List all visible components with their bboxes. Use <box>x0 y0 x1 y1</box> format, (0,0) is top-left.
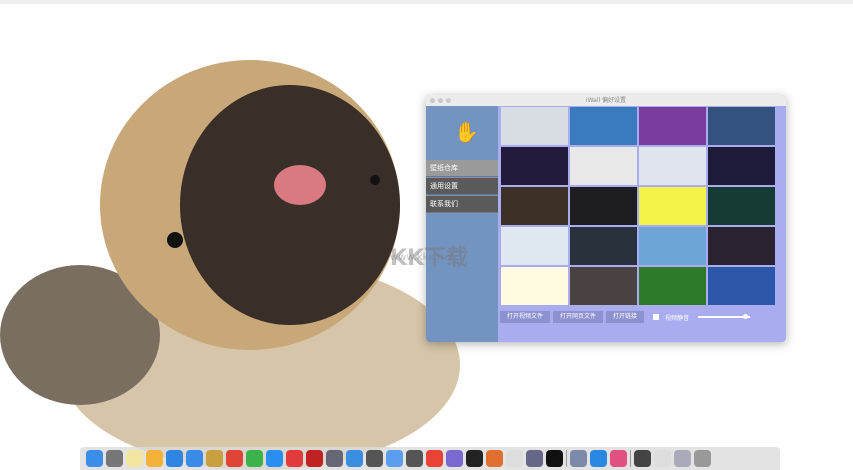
dock-app-icon[interactable] <box>506 450 523 467</box>
dock-app-icon[interactable] <box>386 450 403 467</box>
dock-app-icon[interactable] <box>446 450 463 467</box>
dock-app-icon[interactable] <box>146 450 163 467</box>
dock-app-icon[interactable] <box>654 450 671 467</box>
slider-knob[interactable] <box>742 314 748 319</box>
wallpaper-thumb-bamboo[interactable] <box>639 267 706 305</box>
wallpaper-thumb-emoji[interactable] <box>501 267 568 305</box>
sidebar: ✋ 壁纸仓库 通用设置 联系我们 <box>426 106 498 342</box>
open-video-button[interactable]: 打开视频文件 <box>500 311 551 323</box>
wallpaper-thumb-minimal-card[interactable] <box>639 147 706 185</box>
dock-app-icon[interactable] <box>546 450 563 467</box>
dock-app-icon[interactable] <box>426 450 443 467</box>
wallpaper-thumb-night-road[interactable] <box>501 187 568 225</box>
minimize-button[interactable] <box>438 98 443 103</box>
dock-app-icon[interactable] <box>406 450 423 467</box>
dock-app-icon[interactable] <box>526 450 543 467</box>
hand-logo-icon: ✋ <box>454 120 479 144</box>
dock-app-icon[interactable] <box>286 450 303 467</box>
dock-app-icon[interactable] <box>226 450 243 467</box>
wallpaper-thumb-pastel-sky[interactable] <box>501 227 568 265</box>
dock-app-icon[interactable] <box>570 450 587 467</box>
dock-separator <box>630 450 631 467</box>
dock-app-icon[interactable] <box>186 450 203 467</box>
dock-app-icon[interactable] <box>590 450 607 467</box>
wallpaper-thumb-blue-wave[interactable] <box>708 267 775 305</box>
wallpaper-thumb-wave[interactable] <box>570 107 637 145</box>
window-title: iWall 偏好设置 <box>585 97 627 104</box>
dock-app-icon[interactable] <box>266 450 283 467</box>
wallpaper-thumb-yellow[interactable] <box>639 187 706 225</box>
dock-app-icon[interactable] <box>634 450 651 467</box>
close-button[interactable] <box>430 98 435 103</box>
dock-app-icon[interactable] <box>106 450 123 467</box>
sidebar-item-wallpaper-library[interactable]: 壁纸仓库 <box>426 160 498 177</box>
open-link-button[interactable]: 打开链接 <box>606 311 645 323</box>
wallpaper-thumb-clouds[interactable] <box>501 107 568 145</box>
dock-app-icon[interactable] <box>246 450 263 467</box>
dock-app-icon[interactable] <box>466 450 483 467</box>
watermark-url: www.kkx.net <box>390 252 454 263</box>
volume-slider[interactable] <box>698 314 751 319</box>
wallpaper-thumb-red-digits[interactable] <box>570 187 637 225</box>
zoom-button[interactable] <box>446 98 451 103</box>
dock-app-icon[interactable] <box>126 450 143 467</box>
wallpaper-grid <box>501 107 775 305</box>
dock-app-icon[interactable] <box>694 450 711 467</box>
wallpaper-thumb-mountain-lake[interactable] <box>639 227 706 265</box>
dock-app-icon[interactable] <box>346 450 363 467</box>
wallpaper-thumb-clock[interactable] <box>570 147 637 185</box>
open-web-button[interactable]: 打开网页文件 <box>553 311 604 323</box>
sidebar-item-contact-us[interactable]: 联系我们 <box>426 196 498 213</box>
mute-label: 视频静音 <box>665 314 690 322</box>
dock-app-icon[interactable] <box>166 450 183 467</box>
wallpaper-thumb-lake-sunset[interactable] <box>708 107 775 145</box>
wallpaper-thumb-dark-clock[interactable] <box>570 227 637 265</box>
controls-bar: 打开视频文件 打开网页文件 打开链接 视频静音 <box>500 311 751 323</box>
wallpaper-thumb-dark-portal[interactable] <box>570 267 637 305</box>
menu-bar-edge <box>0 0 853 4</box>
dock-app-icon[interactable] <box>326 450 343 467</box>
wallpaper-thumb-dark-circle[interactable] <box>708 227 775 265</box>
dock-app-icon[interactable] <box>306 450 323 467</box>
settings-window: iWall 偏好设置 ✋ 壁纸仓库 通用设置 联系我们 打开视频文件 打开网页文… <box>426 95 786 342</box>
wallpaper-thumb-purple-tree[interactable] <box>639 107 706 145</box>
dock <box>80 447 780 470</box>
dock-app-icon[interactable] <box>674 450 691 467</box>
dock-app-icon[interactable] <box>610 450 627 467</box>
mute-checkbox[interactable] <box>653 314 660 320</box>
wallpaper-thumb-digital-time[interactable] <box>708 147 775 185</box>
dock-app-icon[interactable] <box>486 450 503 467</box>
title-bar: iWall 偏好设置 <box>426 95 786 106</box>
dock-app-icon[interactable] <box>206 450 223 467</box>
sidebar-item-general-settings[interactable]: 通用设置 <box>426 178 498 195</box>
dock-app-icon[interactable] <box>86 450 103 467</box>
dock-app-icon[interactable] <box>366 450 383 467</box>
wallpaper-thumb-dark-rain[interactable] <box>501 147 568 185</box>
dock-separator <box>566 450 567 467</box>
wallpaper-thumb-matrix-green[interactable] <box>708 187 775 225</box>
